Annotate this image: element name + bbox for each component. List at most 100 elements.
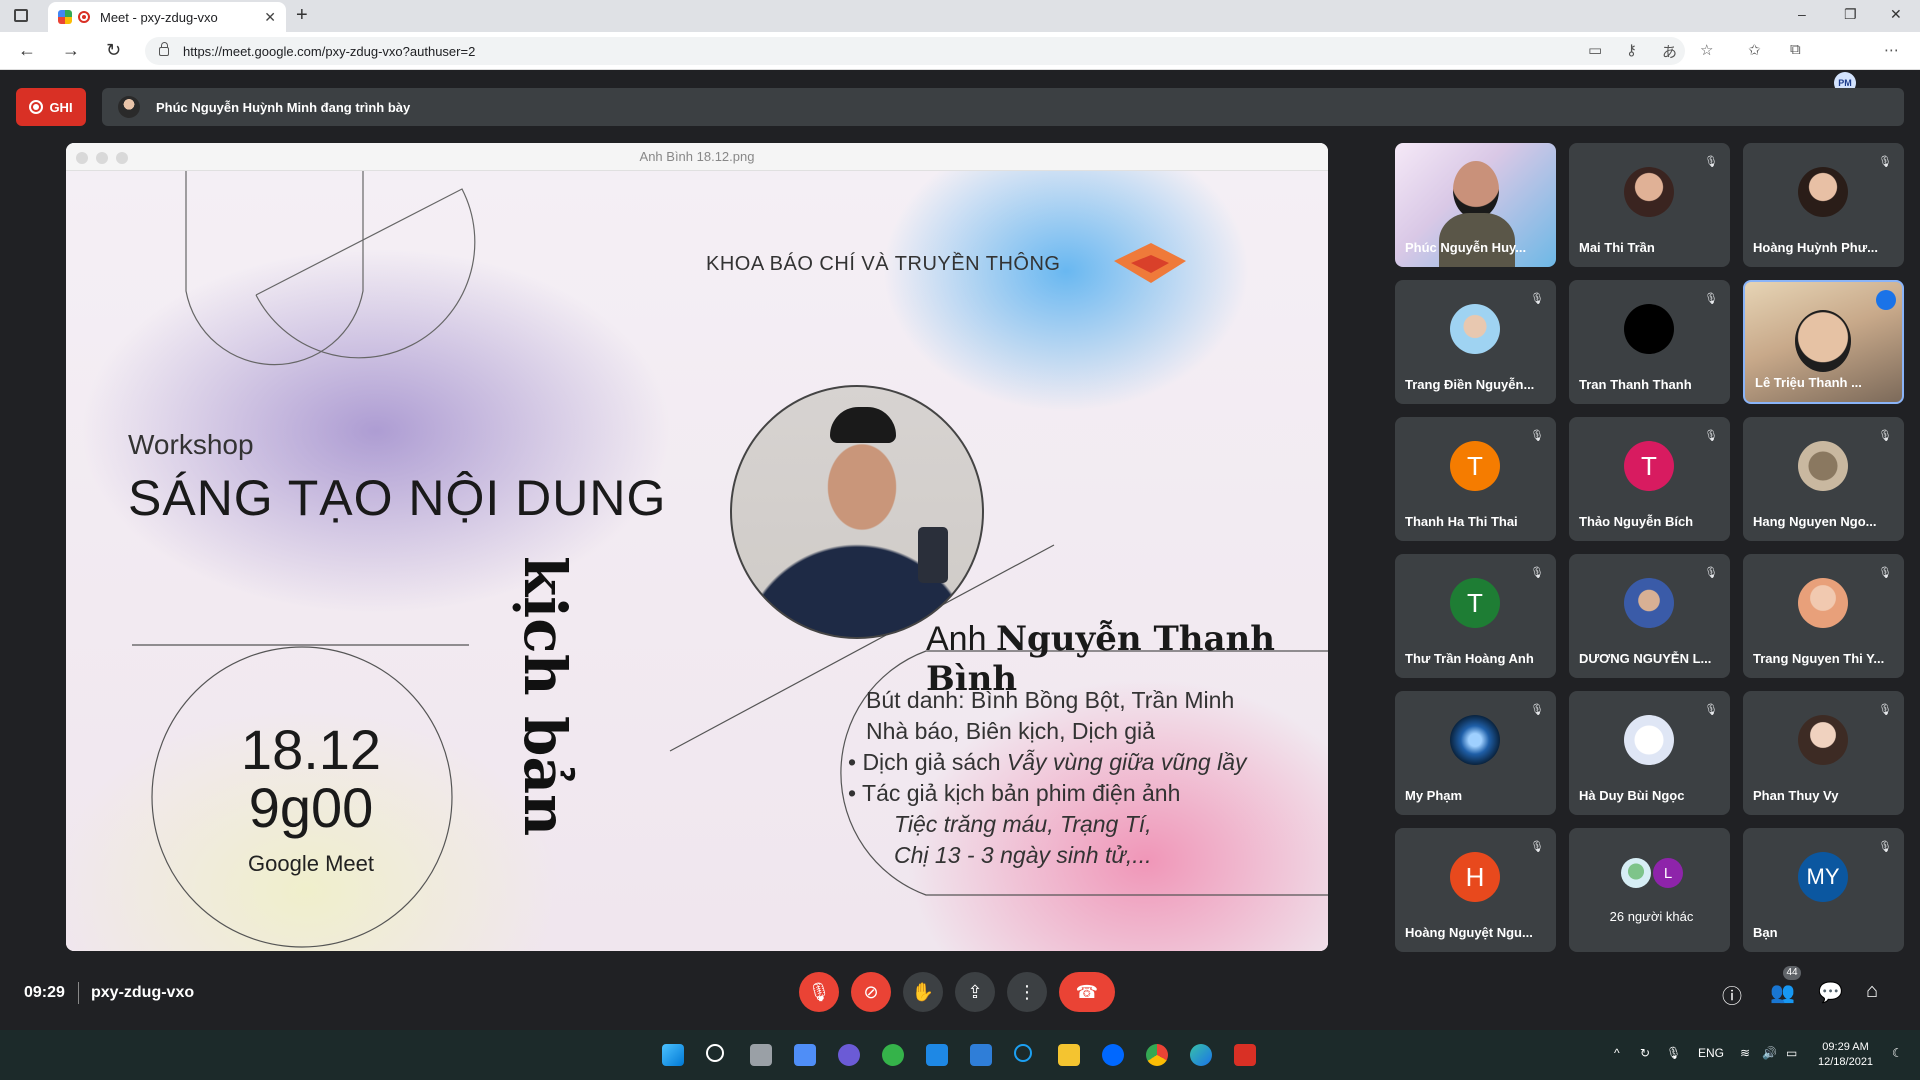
event-day: 18.12 <box>240 718 382 781</box>
mic-muted-icon: 🎙 <box>1878 841 1892 853</box>
participant-avatar <box>1624 715 1674 765</box>
widgets-icon[interactable] <box>794 1044 816 1066</box>
participant-tile[interactable]: L 26 người khác <box>1569 828 1730 952</box>
back-arrow-icon[interactable]: ← <box>18 40 36 61</box>
vscode-icon[interactable] <box>970 1044 992 1066</box>
participant-tile[interactable]: 🎙 Trang Nguyen Thi Y... <box>1743 554 1904 678</box>
record-label: GHI <box>49 99 73 115</box>
participant-name: Lê Triệu Thanh ... <box>1755 375 1862 390</box>
participant-name: Tran Thanh Thanh <box>1579 377 1692 392</box>
tab-actions-icon[interactable] <box>14 9 28 22</box>
favorite-star-icon[interactable]: ☆ <box>1700 41 1713 59</box>
raise-hand-button[interactable]: ✋ <box>903 972 943 1012</box>
favorites-icon[interactable]: ✩ <box>1748 41 1761 59</box>
windows-start-icon[interactable] <box>662 1044 684 1066</box>
speaking-indicator-icon <box>1876 290 1896 310</box>
participant-tile[interactable]: MY 🎙 Bạn <box>1743 828 1904 952</box>
mic-muted-icon: 🎙 <box>1530 841 1544 853</box>
url-text: https://meet.google.com/pxy-zdug-vxo?aut… <box>183 43 476 59</box>
record-button[interactable]: GHI <box>16 88 86 126</box>
workshop-label: Workshop <box>128 429 254 460</box>
browser-tab-meet[interactable]: Meet - pxy-zdug-vxo ✕ <box>48 2 286 32</box>
key-icon[interactable]: ⚷ <box>1626 41 1637 59</box>
address-bar[interactable]: https://meet.google.com/pxy-zdug-vxo?aut… <box>145 37 1685 65</box>
windows-taskbar: ^ ↻ 🎙 ENG ≋ 🔊 ▭ 09:29 AM 12/18/2021 ☾ <box>0 1030 1920 1080</box>
participant-name: Thảo Nguyễn Bích <box>1579 514 1694 529</box>
chrome-icon[interactable] <box>1146 1044 1168 1066</box>
tab-close-button[interactable]: ✕ <box>264 9 276 26</box>
leave-call-button[interactable]: ☎ <box>1059 972 1115 1012</box>
reload-icon[interactable]: ↻ <box>106 40 121 61</box>
maximize-button[interactable]: ❐ <box>1844 6 1857 23</box>
tray-mic-icon[interactable]: 🎙 <box>1666 1046 1681 1060</box>
meeting-code: pxy-zdug-vxo <box>91 984 195 1001</box>
participant-tile[interactable]: T 🎙 Thanh Ha Thi Thai <box>1395 417 1556 541</box>
slide-content: KHOA BÁO CHÍ VÀ TRUYỀN THÔNG Workshop SÁ… <box>66 171 1328 951</box>
close-window-button[interactable]: ✕ <box>1890 6 1902 23</box>
participant-tile[interactable]: Phúc Nguyễn Huy... <box>1395 143 1556 267</box>
participant-tile[interactable]: 🎙 Tran Thanh Thanh <box>1569 280 1730 404</box>
camera-icon[interactable]: ▭ <box>1588 41 1602 59</box>
mic-muted-icon: 🎙 <box>1704 293 1718 305</box>
forward-arrow-icon[interactable]: → <box>62 40 80 61</box>
cortana-icon[interactable] <box>1014 1044 1032 1062</box>
participant-tile[interactable]: 🎙 My Phạm <box>1395 691 1556 815</box>
participant-tile[interactable]: 🎙 Phan Thuy Vy <box>1743 691 1904 815</box>
chat-icon[interactable]: 💬 <box>1818 980 1843 1005</box>
wifi-icon[interactable]: ≋ <box>1740 1046 1750 1060</box>
participant-tile[interactable]: 🎙 Trang Điền Nguyễn... <box>1395 280 1556 404</box>
tab-title: Meet - pxy-zdug-vxo <box>100 9 218 25</box>
participant-tile[interactable]: 🎙 Hoàng Huỳnh Phư... <box>1743 143 1904 267</box>
participant-tile[interactable]: 🎙 DƯƠNG NGUYỄN L... <box>1569 554 1730 678</box>
more-menu-icon[interactable]: ⋯ <box>1884 41 1899 59</box>
mail-icon[interactable] <box>926 1044 948 1066</box>
participant-tile[interactable]: Lê Triệu Thanh ... <box>1743 280 1904 404</box>
office-icon[interactable] <box>1234 1044 1256 1066</box>
mic-off-button[interactable]: 🎙 <box>799 972 839 1012</box>
participant-name: Phan Thuy Vy <box>1753 788 1839 803</box>
app-icon[interactable] <box>882 1044 904 1066</box>
volume-icon[interactable]: 🔊 <box>1762 1046 1777 1060</box>
more-options-button[interactable]: ⋮ <box>1007 972 1047 1012</box>
participant-tile[interactable]: H 🎙 Hoàng Nguyệt Ngu... <box>1395 828 1556 952</box>
meeting-clock: 09:29 <box>24 984 65 1001</box>
task-view-icon[interactable] <box>750 1044 772 1066</box>
window-dot-icon <box>116 152 128 164</box>
participant-tile[interactable]: 🎙 Hà Duy Bùi Ngọc <box>1569 691 1730 815</box>
participant-tile[interactable]: T 🎙 Thảo Nguyễn Bích <box>1569 417 1730 541</box>
slide-title: SÁNG TẠO NỘI DUNG <box>128 470 667 526</box>
tray-app-icon[interactable]: ↻ <box>1640 1046 1650 1060</box>
notification-icon[interactable]: ☾ <box>1892 1046 1903 1060</box>
participant-tile[interactable]: T 🎙 Thư Trần Hoàng Anh <box>1395 554 1556 678</box>
file-explorer-icon[interactable] <box>1058 1044 1080 1066</box>
event-platform: Google Meet <box>248 851 374 876</box>
mic-muted-icon: 🎙 <box>1704 156 1718 168</box>
camera-off-button[interactable]: ⊘ <box>851 972 891 1012</box>
chat-app-icon[interactable] <box>838 1044 860 1066</box>
speaker-photo <box>730 385 984 639</box>
translate-icon[interactable]: あ <box>1662 41 1677 62</box>
participant-name: Thanh Ha Thi Thai <box>1405 514 1518 529</box>
participant-tile[interactable]: 🎙 Hang Nguyen Ngo... <box>1743 417 1904 541</box>
present-screen-button[interactable]: ⇪ <box>955 972 995 1012</box>
tray-chevron-icon[interactable]: ^ <box>1614 1046 1620 1060</box>
participant-tile[interactable]: 🎙 Mai Thi Trần <box>1569 143 1730 267</box>
battery-icon[interactable]: ▭ <box>1786 1046 1797 1060</box>
info-icon[interactable]: ⓘ <box>1722 980 1742 1009</box>
search-icon[interactable] <box>706 1044 724 1062</box>
window-dot-icon <box>76 152 88 164</box>
zalo-icon[interactable] <box>1102 1044 1124 1066</box>
activities-icon[interactable]: ⌂ <box>1866 980 1878 1003</box>
participant-avatar <box>1621 858 1651 888</box>
new-tab-button[interactable]: + <box>296 4 308 27</box>
participant-avatar <box>1624 578 1674 628</box>
collections-icon[interactable]: ⧉ <box>1790 41 1801 58</box>
participant-name: Trang Nguyen Thi Y... <box>1753 651 1885 666</box>
system-clock[interactable]: 09:29 AM 12/18/2021 <box>1818 1040 1873 1070</box>
participant-avatar <box>1624 304 1674 354</box>
event-time: 9g00 <box>248 776 374 839</box>
language-indicator[interactable]: ENG <box>1698 1046 1724 1060</box>
edge-icon[interactable] <box>1190 1044 1212 1066</box>
minimize-button[interactable]: – <box>1798 6 1806 22</box>
people-icon[interactable]: 👥 <box>1770 980 1795 1005</box>
